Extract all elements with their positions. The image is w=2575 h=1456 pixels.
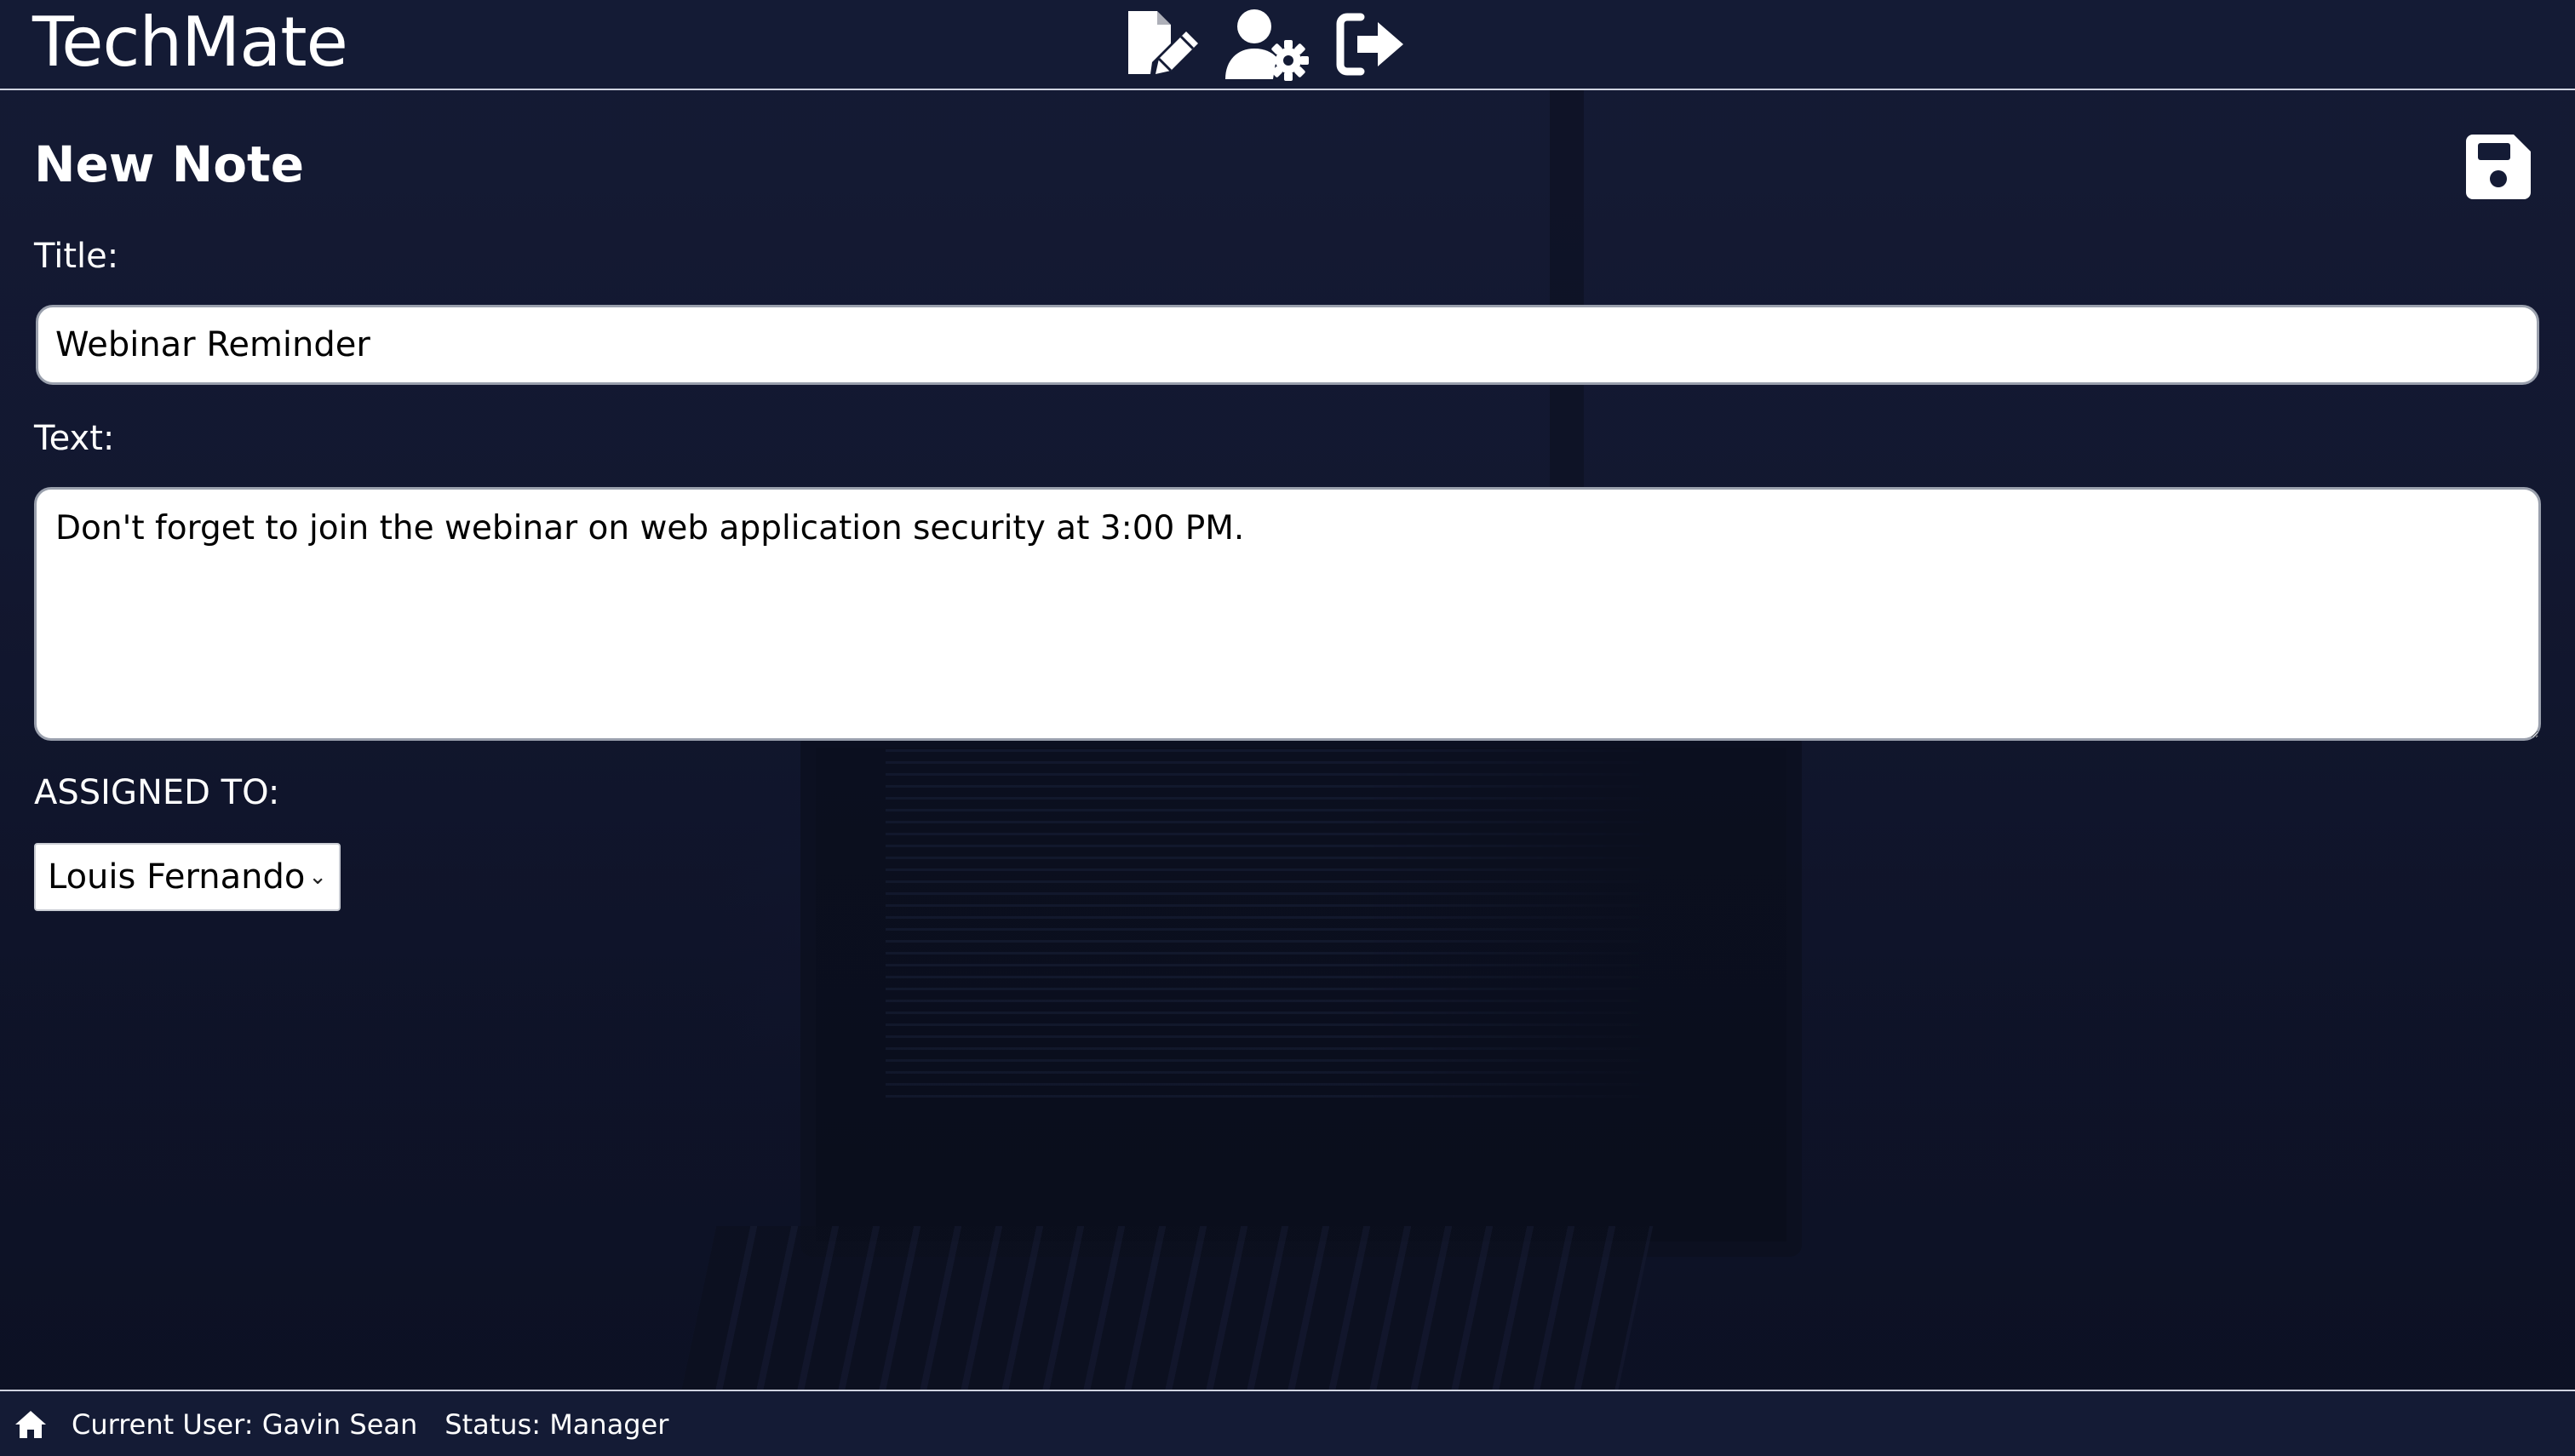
note-text-area[interactable]: Don't forget to join the webinar on web … (34, 487, 2541, 741)
assigned-to-select[interactable]: Louis Fernando ⌄ (34, 843, 341, 911)
assigned-to-value: Louis Fernando (48, 857, 306, 897)
new-note-icon[interactable] (1115, 7, 1209, 82)
user-status-text: Status: Manager (444, 1408, 669, 1441)
page-title: New Note (34, 135, 305, 193)
assigned-to-label: ASSIGNED TO: (34, 773, 280, 812)
top-nav-bar: TechMate (0, 0, 2575, 90)
chevron-down-icon: ⌄ (308, 864, 327, 890)
save-button[interactable] (2466, 135, 2534, 203)
brand-logo[interactable]: TechMate (32, 2, 348, 83)
home-icon[interactable] (12, 1406, 49, 1443)
note-editor: New Note Title: Text: Don't forget to jo… (0, 90, 2575, 1389)
save-icon (2466, 135, 2531, 199)
nav-icons (1115, 7, 1420, 82)
status-bar: Current User: Gavin Sean Status: Manager (0, 1390, 2575, 1456)
logout-icon[interactable] (1327, 7, 1420, 82)
text-label: Text: (34, 419, 115, 458)
title-label: Title: (34, 237, 119, 276)
current-user-text: Current User: Gavin Sean (72, 1408, 418, 1441)
title-input[interactable] (36, 305, 2539, 385)
user-settings-icon[interactable] (1221, 7, 1315, 82)
